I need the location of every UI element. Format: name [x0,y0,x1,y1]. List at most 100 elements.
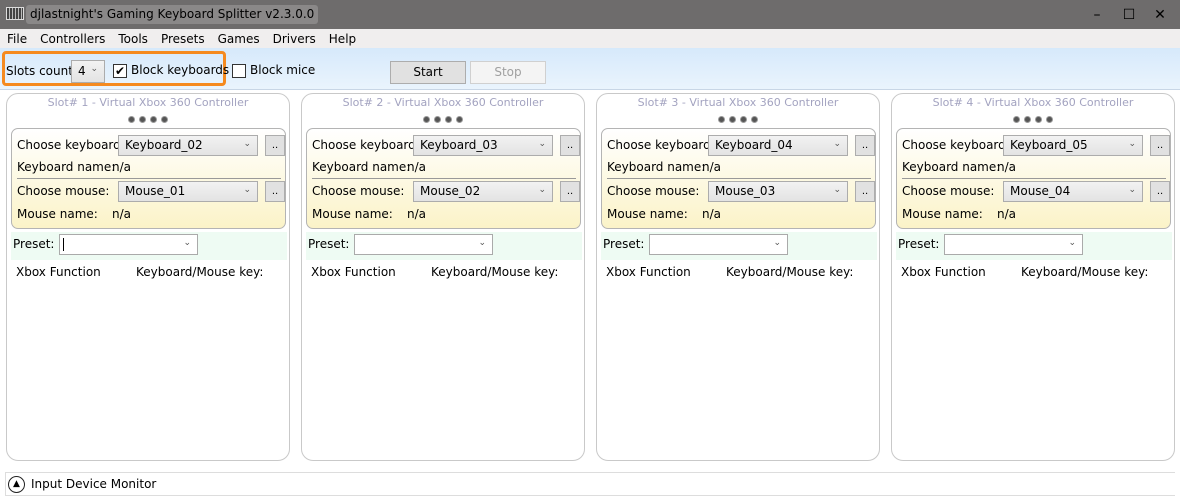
led-icon [423,116,430,123]
led-icon [1013,116,1020,123]
block-keyboards-checkbox[interactable]: ✔ [113,64,127,78]
block-mice-checkbox[interactable] [232,64,246,78]
mouse-name-value: n/a [997,207,1017,221]
choose-mouse-label: Choose mouse: [902,184,995,198]
preset-row: Preset: ⌄ [306,232,582,260]
keyboard-select[interactable]: Keyboard_03 ⌄ [413,135,553,156]
led-icon [740,116,747,123]
led-icon [1035,116,1042,123]
stop-button[interactable]: Stop [470,61,546,84]
mouse-browse-button[interactable]: .. [265,181,285,202]
keyboard-name-label: Keyboard name: [902,160,1001,174]
chevron-down-icon: ⌄ [1128,139,1136,149]
text-caret [63,238,64,251]
start-button[interactable]: Start [390,61,466,84]
preset-label: Preset: [898,237,940,251]
preset-combobox[interactable]: ⌄ [944,234,1083,255]
input-device-monitor-label: Input Device Monitor [31,477,157,491]
chevron-down-icon: ⌄ [538,139,546,149]
keyboard-browse-button[interactable]: .. [560,135,580,156]
keyboard-browse-button[interactable]: .. [855,135,875,156]
keyboard-name-label: Keyboard name: [607,160,706,174]
preset-combobox[interactable]: ⌄ [649,234,788,255]
title-bar: djlastnight's Gaming Keyboard Splitter v… [0,0,1180,29]
chevron-down-icon: ⌄ [243,139,251,149]
menu-games[interactable]: Games [211,29,266,48]
divider [607,178,871,179]
chevron-down-icon: ⌄ [243,185,251,195]
keyboard-select[interactable]: Keyboard_02 ⌄ [118,135,258,156]
xbox-function-header: Xbox Function [901,265,986,279]
chevron-up-circle-icon[interactable]: ▲ [8,476,25,493]
mouse-select[interactable]: Mouse_03 ⌄ [708,181,848,202]
menu-file[interactable]: File [0,29,33,48]
slots-count-select[interactable]: 4 ⌄ [71,60,105,83]
chevron-down-icon: ⌄ [833,185,841,195]
led-icon [139,116,146,123]
xbox-function-header: Xbox Function [16,265,101,279]
preset-label: Preset: [308,237,350,251]
menu-presets[interactable]: Presets [154,29,211,48]
led-icon [729,116,736,123]
menu-bar: File Controllers Tools Presets Games Drivers H… [0,29,1180,48]
preset-combobox[interactable]: ⌄ [59,234,198,255]
mouse-browse-button[interactable]: .. [855,181,875,202]
keyboard-select[interactable]: Keyboard_05 ⌄ [1003,135,1143,156]
keyboard-name-label: Keyboard name: [17,160,116,174]
choose-keyboard-label: Choose keyboard: [902,138,1010,152]
mouse-select[interactable]: Mouse_02 ⌄ [413,181,553,202]
input-device-monitor-bar[interactable]: ▲ Input Device Monitor [5,472,1175,496]
mouse-browse-button[interactable]: .. [560,181,580,202]
mouse-select[interactable]: Mouse_04 ⌄ [1003,181,1143,202]
led-icon [434,116,441,123]
device-selection-box: Choose keyboard: Keyboard_04 ⌄ .. Keyboar… [601,128,876,229]
maximize-button[interactable]: ☐ [1114,4,1144,26]
mouse-name-value: n/a [112,207,132,221]
block-keyboards-label[interactable]: Block keyboards [131,63,229,77]
divider [312,178,576,179]
keyboard-select[interactable]: Keyboard_04 ⌄ [708,135,848,156]
device-selection-box: Choose keyboard: Keyboard_02 ⌄ .. Keyboar… [11,128,286,229]
key-header: Keyboard/Mouse key: [726,265,854,279]
window-title: djlastnight's Gaming Keyboard Splitter v… [26,5,319,24]
menu-controllers[interactable]: Controllers [33,29,111,48]
mouse-browse-button[interactable]: .. [1150,181,1170,202]
preset-combobox[interactable]: ⌄ [354,234,493,255]
preset-row: Preset: ⌄ [896,232,1172,260]
slot-panel: Slot# 1 - Virtual Xbox 360 Controller Ch… [6,93,290,461]
mouse-name-label: Mouse name: [902,207,983,221]
key-header: Keyboard/Mouse key: [136,265,264,279]
mouse-select[interactable]: Mouse_01 ⌄ [118,181,258,202]
minimize-button[interactable]: – [1082,4,1112,26]
block-mice-label[interactable]: Block mice [250,63,315,77]
keyboard-browse-button[interactable]: .. [265,135,285,156]
player-indicator-leds [597,112,879,126]
mouse-name-label: Mouse name: [312,207,393,221]
keyboard-name-value: n/a [997,160,1017,174]
led-icon [1046,116,1053,123]
chevron-down-icon: ⌄ [1068,238,1076,248]
mouse-name-label: Mouse name: [17,207,98,221]
xbox-function-header: Xbox Function [311,265,396,279]
slots-count-value: 4 [78,64,86,78]
chevron-down-icon: ⌄ [538,185,546,195]
chevron-down-icon: ⌄ [773,238,781,248]
player-indicator-leds [302,112,584,126]
key-header: Keyboard/Mouse key: [431,265,559,279]
keyboard-app-icon [6,7,24,20]
mouse-value: Mouse_02 [420,184,481,198]
keyboard-browse-button[interactable]: .. [1150,135,1170,156]
keyboard-name-value: n/a [112,160,132,174]
slot-title: Slot# 4 - Virtual Xbox 360 Controller [932,96,1134,109]
choose-mouse-label: Choose mouse: [17,184,110,198]
preset-label: Preset: [13,237,55,251]
close-button[interactable]: ✕ [1145,4,1175,26]
preset-row: Preset: ⌄ [11,232,287,260]
choose-keyboard-label: Choose keyboard: [17,138,125,152]
key-header: Keyboard/Mouse key: [1021,265,1149,279]
menu-tools[interactable]: Tools [111,29,154,48]
device-selection-box: Choose keyboard: Keyboard_03 ⌄ .. Keyboar… [306,128,581,229]
slot-title: Slot# 1 - Virtual Xbox 360 Controller [47,96,249,109]
menu-help[interactable]: Help [322,29,362,48]
menu-drivers[interactable]: Drivers [266,29,322,48]
